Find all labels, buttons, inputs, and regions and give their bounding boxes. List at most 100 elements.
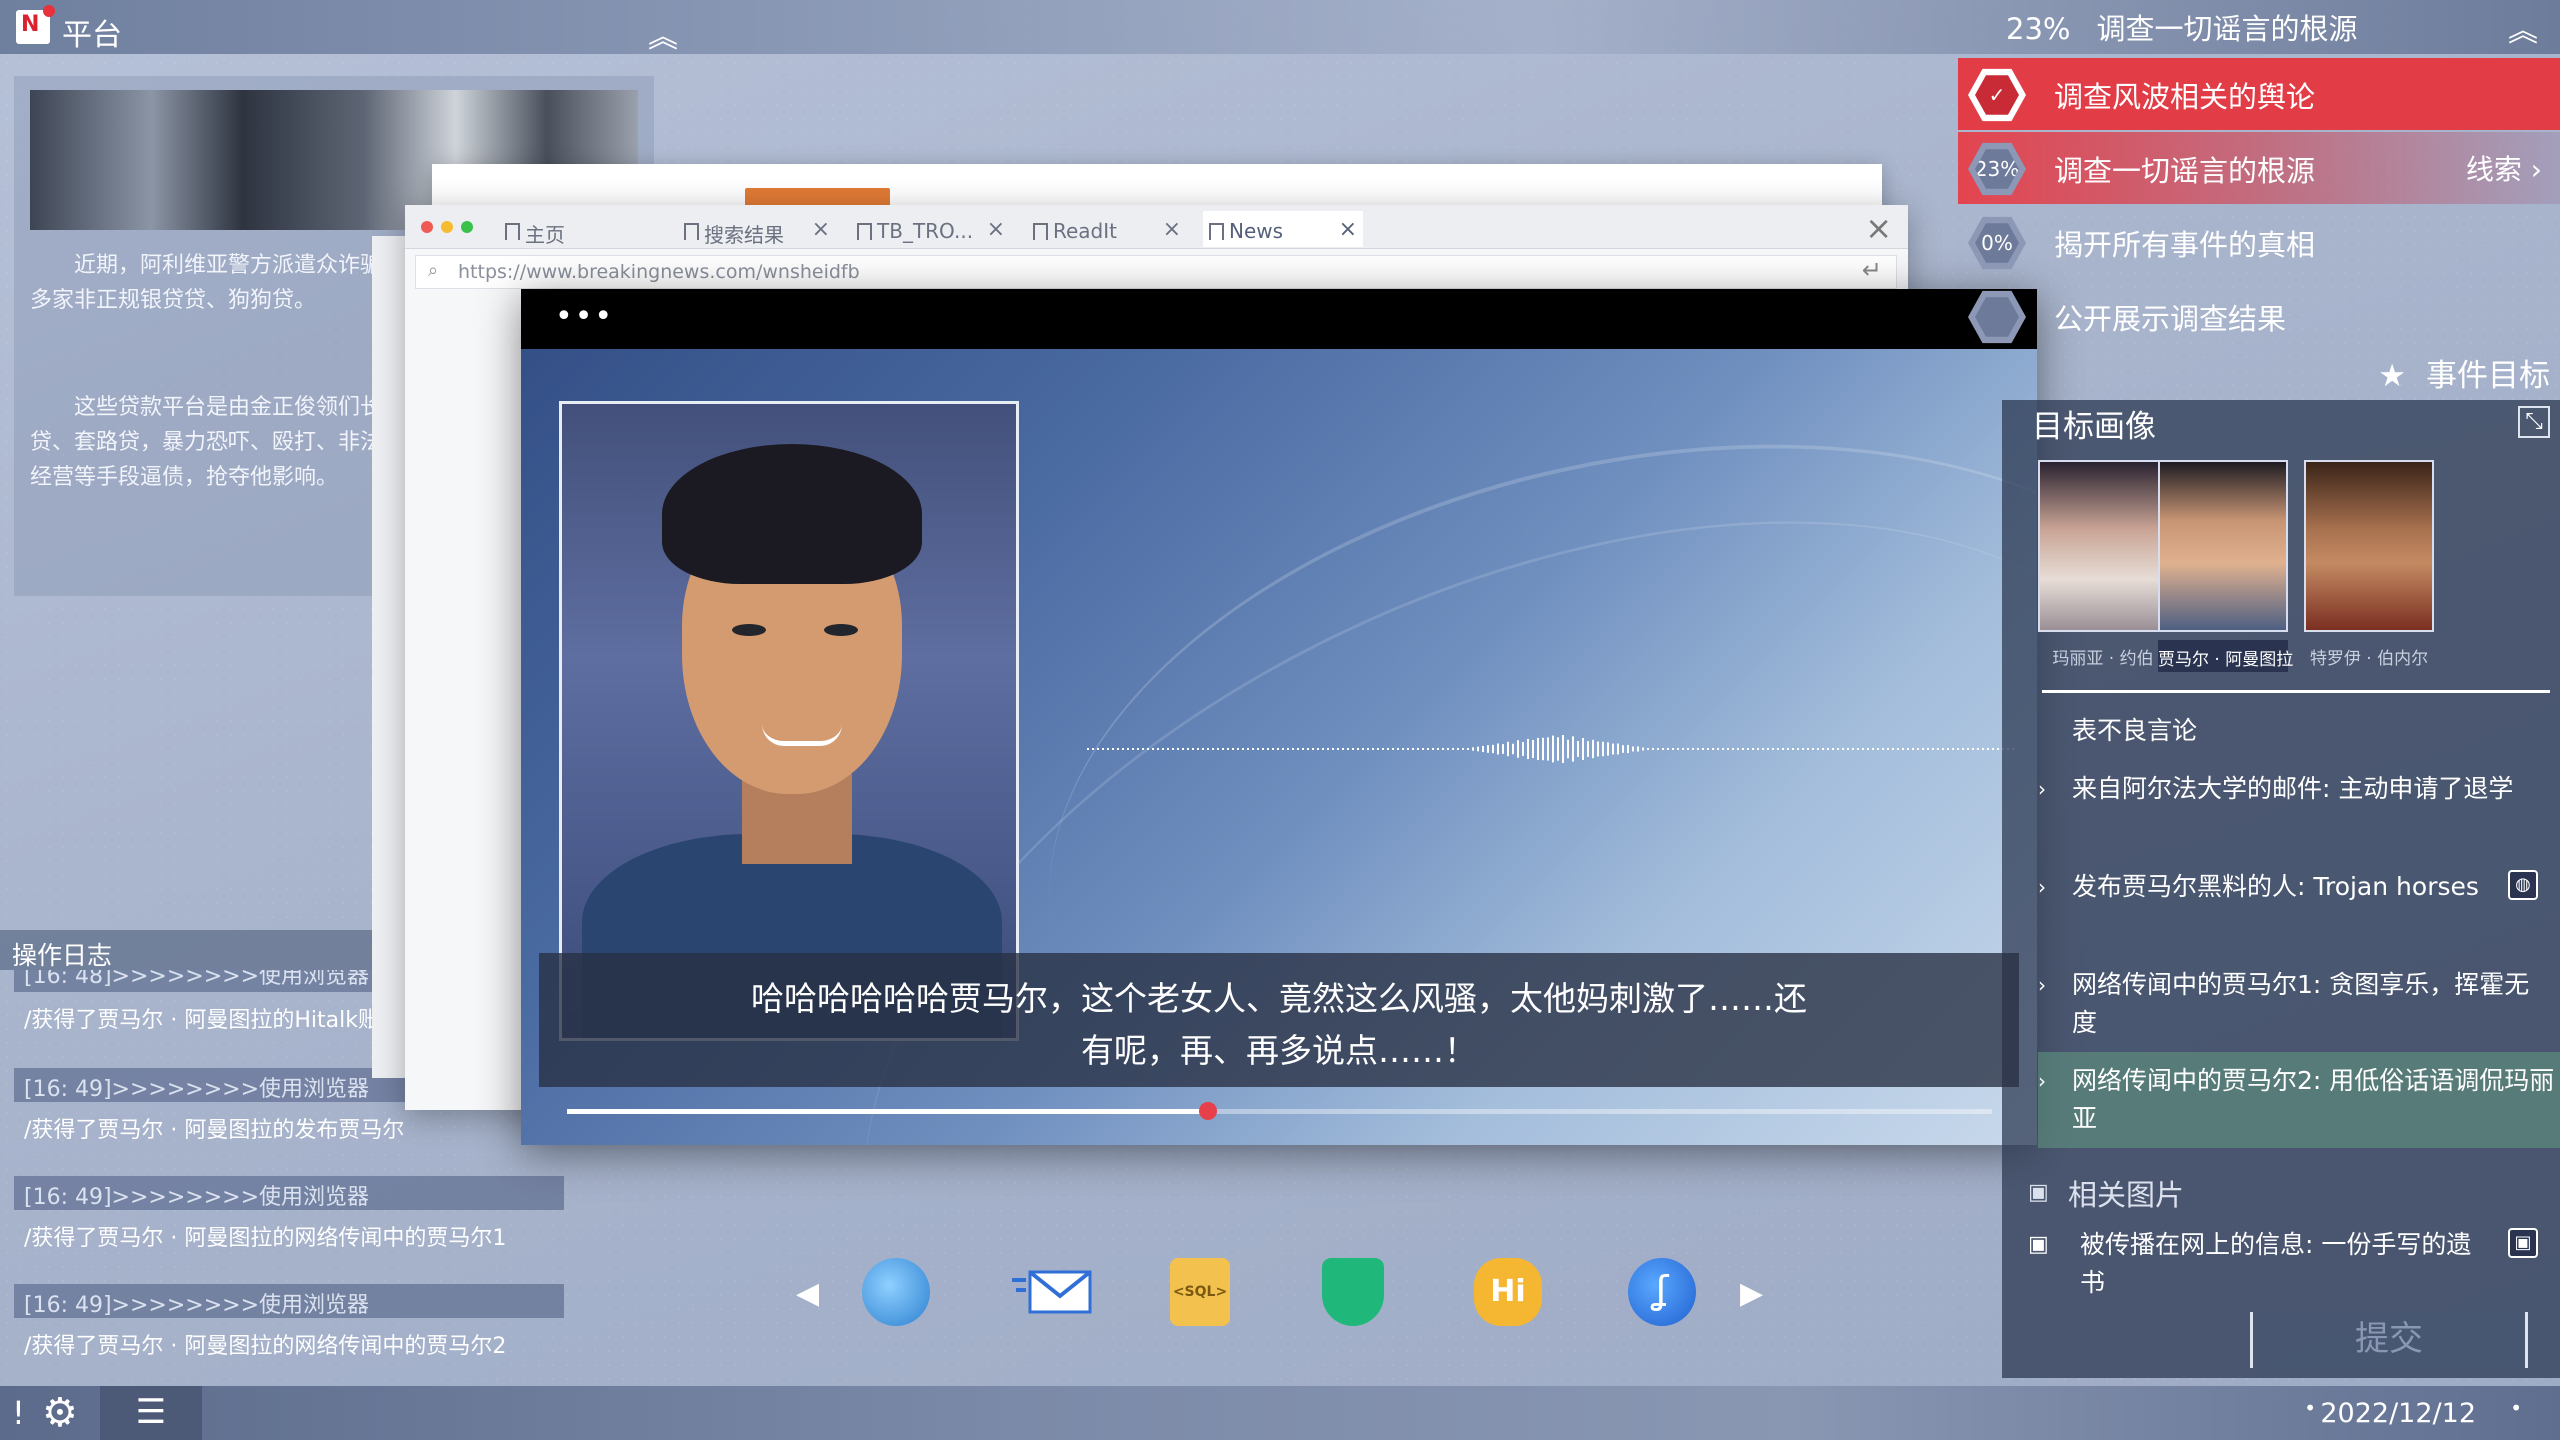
- waveform-bar: [1362, 748, 1364, 750]
- waveform-bar: [1892, 748, 1894, 750]
- waveform-bar: [1312, 748, 1314, 750]
- objective-percent: 0%: [1975, 223, 2019, 263]
- event-target-toggle[interactable]: ★ 事件目标: [2378, 350, 2550, 395]
- dock-prev-arrow-icon[interactable]: ◀: [796, 1276, 819, 1311]
- vpn-shield-icon[interactable]: [1322, 1258, 1384, 1326]
- waveform-bar: [1872, 748, 1874, 750]
- tab-search-results[interactable]: 搜索结果 ×: [678, 211, 836, 247]
- objective-item[interactable]: 公开展示调查结果: [1958, 280, 2560, 352]
- objective-item[interactable]: ✓ 调查风波相关的舆论: [1958, 58, 2560, 130]
- waveform-bar: [1322, 748, 1324, 750]
- sql-app-icon[interactable]: <SQL>: [1170, 1258, 1230, 1326]
- waveform-bar: [1767, 748, 1769, 750]
- expand-icon[interactable]: ⤡: [2518, 406, 2550, 438]
- video-player: ••• × 哈哈哈哈哈哈贾马尔，这个老女人、竟然这么风骚，太他妈刺激了……还 有…: [521, 289, 2037, 1145]
- waveform-bar: [1447, 748, 1449, 750]
- related-image-item[interactable]: ▣ 被传播在网上的信息: 一份手写的遗书 ▣: [2014, 1226, 2548, 1302]
- waveform-bar: [1282, 748, 1284, 750]
- more-icon[interactable]: •••: [555, 299, 614, 334]
- close-icon[interactable]: ×: [1163, 217, 1181, 242]
- hitalk-app-icon[interactable]: Hi: [1474, 1258, 1542, 1326]
- alert-icon[interactable]: !: [12, 1394, 25, 1432]
- waveform-bar: [1567, 739, 1569, 759]
- tab-tb-tro[interactable]: TB_TRO... ×: [851, 211, 1011, 247]
- tab-home[interactable]: 主页: [499, 211, 664, 247]
- objective-label: 调查一切谣言的根源: [2096, 12, 2358, 46]
- target-portrait-jamal[interactable]: [2158, 460, 2288, 632]
- collapse-up-icon[interactable]: ︽: [648, 12, 678, 56]
- waveform-bar: [1197, 748, 1199, 750]
- maximize-dot-icon[interactable]: [461, 221, 473, 233]
- waveform-bar: [1367, 748, 1369, 750]
- objective-percent: 23%: [2006, 12, 2071, 46]
- waveform-bar: [1287, 748, 1289, 750]
- waveform-bar: [1332, 748, 1334, 750]
- waveform-bar: [1917, 748, 1919, 750]
- platform-title[interactable]: 平台: [62, 10, 122, 54]
- collapse-up-icon[interactable]: ︽: [2508, 6, 2538, 50]
- close-icon[interactable]: ×: [1865, 209, 1892, 247]
- enter-icon[interactable]: ↵: [1862, 256, 1882, 284]
- objective-label: 调查风波相关的舆论: [2054, 80, 2316, 114]
- tab-readit[interactable]: ReadIt ×: [1027, 211, 1187, 247]
- log-text: /获得了贾马尔 · 阿曼图拉的网络传闻中的贾马尔2: [24, 1334, 507, 1359]
- log-entry: [16: 49]>>>>>>>>使用浏览器 /获得了贾马尔 · 阿曼图拉的网络传…: [14, 1176, 564, 1260]
- waveform-bar: [1867, 748, 1869, 750]
- objective-item[interactable]: 23% 调查一切谣言的根源 线索 ›: [1958, 132, 2560, 204]
- portrait-eye: [824, 624, 858, 636]
- waveform-bar: [1092, 748, 1094, 750]
- waveform-bar: [1912, 748, 1914, 750]
- hook-app-icon[interactable]: ʆ: [1628, 1258, 1696, 1326]
- submit-button[interactable]: 提交: [2250, 1312, 2528, 1368]
- waveform-bar: [1637, 746, 1639, 752]
- url-bar[interactable]: ⌕ https://www.breakingnews.com/wnsheidfb…: [415, 255, 1897, 289]
- log-time: [16: 49]>>>>>>>>使用浏览器: [14, 1176, 564, 1210]
- mail-app-icon[interactable]: [1012, 1258, 1092, 1326]
- waveform-bar: [1862, 748, 1864, 750]
- objective-item[interactable]: 0% 揭开所有事件的真相: [1958, 206, 2560, 278]
- waveform-bar: [1417, 748, 1419, 750]
- waveform-bar: [1807, 748, 1809, 750]
- browser-app-icon[interactable]: [862, 1258, 930, 1326]
- current-objective-summary: 23% 调查一切谣言的根源: [2006, 6, 2383, 48]
- waveform-bar: [1847, 748, 1849, 750]
- clue-item[interactable]: 表不良言论: [2038, 712, 2548, 750]
- clue-text: 来自阿尔法大学的邮件: 主动申请了退学: [2072, 774, 2514, 803]
- close-icon[interactable]: ×: [987, 217, 1005, 242]
- close-icon[interactable]: ×: [812, 217, 830, 242]
- waveform-bar: [1547, 737, 1549, 761]
- close-icon[interactable]: ×: [1339, 217, 1357, 242]
- waveform-bar: [1837, 748, 1839, 750]
- clue-item[interactable]: › 发布贾马尔黑料的人: Trojan horses ◍: [2038, 868, 2548, 906]
- globe-icon[interactable]: ◍: [2508, 870, 2538, 900]
- event-target-label: 事件目标: [2426, 358, 2550, 394]
- waveform-bar: [1357, 748, 1359, 750]
- clue-item[interactable]: › 网络传闻中的贾马尔2: 用低俗话语调侃玛丽亚: [2038, 1052, 2560, 1148]
- target-portrait-troy[interactable]: [2304, 460, 2434, 632]
- waveform-bar: [1627, 744, 1629, 754]
- objective-percent: 23%: [1975, 149, 2019, 189]
- video-progress-handle[interactable]: [1199, 1102, 1218, 1120]
- portrait-mouth: [762, 724, 842, 746]
- tab-news[interactable]: News ×: [1203, 211, 1363, 247]
- target-portrait-maria[interactable]: [2038, 460, 2168, 632]
- video-progress-slider[interactable]: [567, 1102, 1992, 1120]
- clue-link[interactable]: 线索 ›: [2466, 148, 2542, 188]
- gear-icon[interactable]: ⚙: [42, 1390, 78, 1436]
- related-image-text: 被传播在网上的信息: 一份手写的遗书: [2080, 1230, 2472, 1297]
- dock-next-arrow-icon[interactable]: ▶: [1740, 1276, 1763, 1311]
- task-list-icon[interactable]: ☰: [100, 1386, 202, 1440]
- objective-label: 公开展示调查结果: [2054, 302, 2287, 336]
- minimize-dot-icon[interactable]: [441, 221, 453, 233]
- related-images-title: ▣ 相关图片: [2014, 1172, 2548, 1214]
- image-icon[interactable]: ▣: [2508, 1228, 2538, 1258]
- waveform-bar: [1522, 742, 1524, 756]
- clue-item[interactable]: › 网络传闻中的贾马尔1: 贪图享乐，挥霍无度: [2038, 966, 2548, 1042]
- clue-item[interactable]: › 来自阿尔法大学的邮件: 主动申请了退学: [2038, 770, 2548, 808]
- waveform-bar: [1647, 748, 1649, 750]
- waveform-bar: [1267, 748, 1269, 750]
- close-dot-icon[interactable]: [421, 221, 433, 233]
- waveform-bar: [1202, 748, 1204, 750]
- platform-logo-icon[interactable]: [16, 5, 55, 44]
- bullet-arrow-icon: ›: [2038, 973, 2046, 997]
